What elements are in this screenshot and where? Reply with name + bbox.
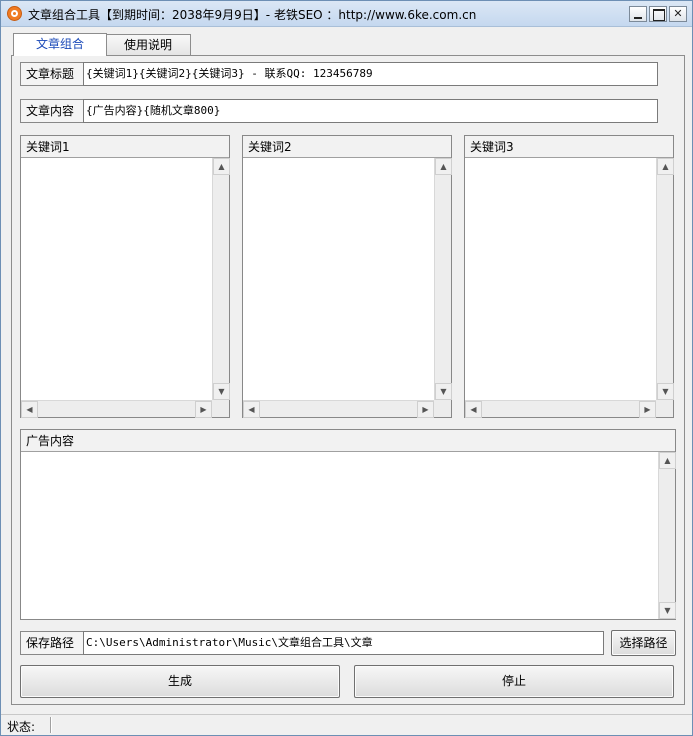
keyword1-vertical-scrollbar[interactable]: ▲ ▼ [212, 158, 230, 400]
keyword2-horizontal-scrollbar[interactable]: ◀ ▶ [243, 400, 434, 418]
scroll-up-arrow-icon[interactable]: ▲ [659, 452, 676, 469]
scroll-right-arrow-icon[interactable]: ▶ [195, 401, 212, 418]
keyword3-horizontal-scrollbar[interactable]: ◀ ▶ [465, 400, 656, 418]
title-bar[interactable]: 文章组合工具【到期时间：2038年9月9日】- 老铁SEO ：http://ww… [1, 1, 692, 27]
save-path-label: 保存路径 [20, 631, 84, 655]
status-label: 状态: [7, 720, 36, 734]
status-bar: 状态: [1, 714, 692, 735]
keyword2-header: 关键词2 [243, 136, 451, 158]
scroll-left-arrow-icon[interactable]: ◀ [21, 401, 38, 418]
keyword1-listbox[interactable]: 关键词1 ▲ ▼ ◀ ▶ [20, 135, 230, 418]
ad-content-header: 广告内容 [21, 430, 675, 452]
keyword2-vertical-scrollbar[interactable]: ▲ ▼ [434, 158, 452, 400]
article-title-label: 文章标题 [20, 62, 84, 86]
scroll-down-arrow-icon[interactable]: ▼ [435, 383, 452, 400]
scroll-right-arrow-icon[interactable]: ▶ [639, 401, 656, 418]
scroll-up-arrow-icon[interactable]: ▲ [213, 158, 230, 175]
keyword3-vertical-scrollbar[interactable]: ▲ ▼ [656, 158, 674, 400]
scrollbar-corner [434, 400, 451, 417]
tab-instructions[interactable]: 使用说明 [105, 34, 191, 56]
maximize-button[interactable] [649, 6, 667, 22]
ad-content-vertical-scrollbar[interactable]: ▲ ▼ [658, 452, 676, 619]
stop-button[interactable]: 停止 [354, 665, 674, 698]
save-path-input[interactable]: C:\Users\Administrator\Music\文章组合工具\文章 [83, 631, 604, 655]
app-logo-icon [7, 6, 22, 21]
keyword1-header: 关键词1 [21, 136, 229, 158]
keyword1-horizontal-scrollbar[interactable]: ◀ ▶ [21, 400, 212, 418]
scroll-right-arrow-icon[interactable]: ▶ [417, 401, 434, 418]
scroll-left-arrow-icon[interactable]: ◀ [465, 401, 482, 418]
keyword2-listbox[interactable]: 关键词2 ▲ ▼ ◀ ▶ [242, 135, 452, 418]
scroll-left-arrow-icon[interactable]: ◀ [243, 401, 260, 418]
keyword3-listbox[interactable]: 关键词3 ▲ ▼ ◀ ▶ [464, 135, 674, 418]
status-divider [50, 717, 52, 733]
scroll-up-arrow-icon[interactable]: ▲ [435, 158, 452, 175]
scroll-down-arrow-icon[interactable]: ▼ [213, 383, 230, 400]
tab-article-compose[interactable]: 文章组合 [13, 33, 107, 56]
scroll-up-arrow-icon[interactable]: ▲ [657, 158, 674, 175]
choose-path-button[interactable]: 选择路径 [611, 630, 676, 656]
scrollbar-corner [212, 400, 229, 417]
article-content-label: 文章内容 [20, 99, 84, 123]
scroll-down-arrow-icon[interactable]: ▼ [659, 602, 676, 619]
minimize-button[interactable] [629, 6, 647, 22]
generate-button[interactable]: 生成 [20, 665, 340, 698]
ad-content-textarea[interactable]: 广告内容 ▲ ▼ [20, 429, 676, 620]
app-window: 文章组合工具【到期时间：2038年9月9日】- 老铁SEO ：http://ww… [0, 0, 693, 736]
scrollbar-corner [656, 400, 673, 417]
window-title: 文章组合工具【到期时间：2038年9月9日】- 老铁SEO ：http://ww… [28, 8, 477, 22]
close-button[interactable]: ✕ [669, 6, 687, 22]
scroll-down-arrow-icon[interactable]: ▼ [657, 383, 674, 400]
keyword3-header: 关键词3 [465, 136, 673, 158]
article-title-input[interactable]: {关键词1}{关键词2}{关键词3} - 联系QQ: 123456789 [83, 62, 658, 86]
article-content-input[interactable]: {广告内容}{随机文章800} [83, 99, 658, 123]
